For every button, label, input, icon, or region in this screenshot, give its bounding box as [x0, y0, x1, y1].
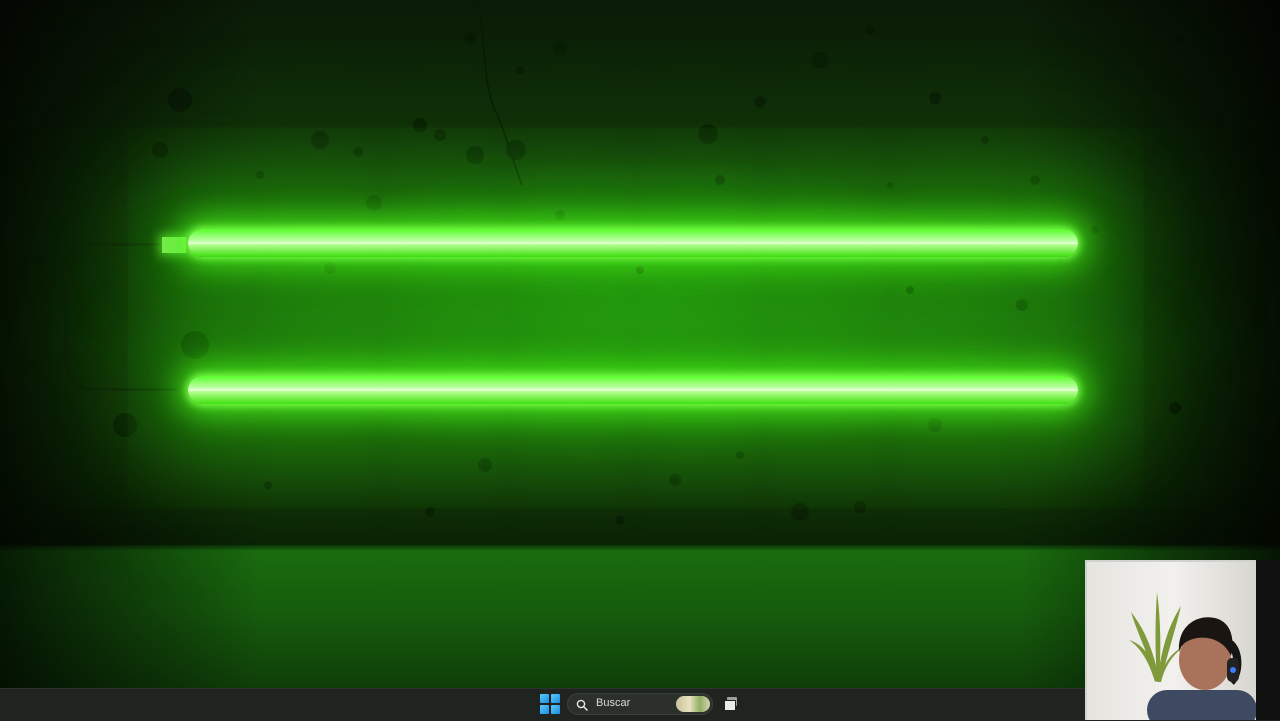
- neon-tube-bottom: [188, 376, 1078, 404]
- task-view-icon[interactable]: [722, 695, 740, 713]
- streamer-image: [1147, 617, 1256, 720]
- windows-logo-icon-tile: [551, 694, 560, 703]
- start-button[interactable]: [540, 694, 560, 714]
- neon-wire: [64, 243, 177, 391]
- search-placeholder: Buscar: [596, 697, 631, 709]
- webcam-overlay: [1085, 560, 1256, 720]
- windows-logo-icon: [540, 694, 549, 703]
- windows-logo-icon-tile: [540, 705, 549, 714]
- neon-tube-cap: [162, 237, 186, 253]
- search-icon: [576, 699, 588, 711]
- taskbar-search-box[interactable]: Buscar: [567, 693, 713, 715]
- search-highlight-image[interactable]: [676, 696, 710, 712]
- webcam-overlay-edge: [1256, 560, 1280, 720]
- windows-logo-icon-tile: [551, 705, 560, 714]
- neon-tube-top: [188, 229, 1078, 257]
